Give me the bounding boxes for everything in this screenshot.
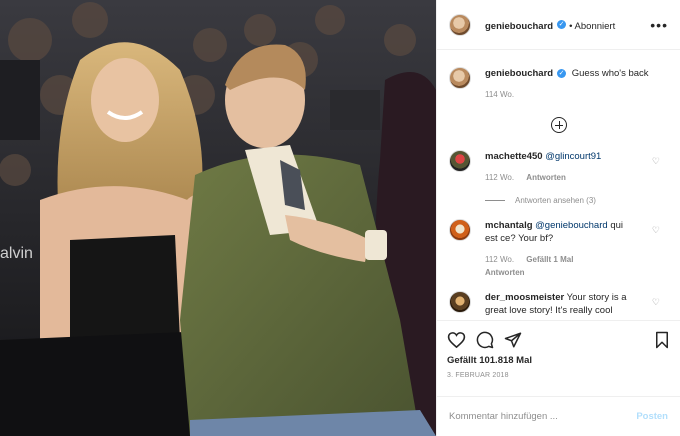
comment-item: machette450 @glincourt91 112 Wo. Antwort… (437, 150, 680, 184)
post-side-panel: geniebouchard ✓ • Abonniert ••• geniebouch… (436, 0, 680, 436)
action-icons-row (447, 327, 670, 353)
verified-badge-icon: ✓ (557, 68, 567, 78)
comments-list[interactable]: geniebouchard ✓ Guess who's back 114 Wo. … (437, 50, 680, 320)
comment-item: der_moosmeister Your story is a great lo… (437, 291, 680, 317)
comment-mention[interactable]: @glincourt91 (545, 151, 601, 162)
likes-count[interactable]: Gefällt 101.818 Mal (447, 355, 670, 366)
follow-status[interactable]: • Abonniert (569, 21, 615, 32)
plus-circle-icon[interactable] (550, 117, 567, 133)
author-avatar[interactable] (449, 13, 471, 36)
view-replies-label: Antworten ansehen (3) (515, 196, 596, 205)
view-replies-button[interactable]: Antworten ansehen (3) (485, 196, 680, 205)
comment-like-heart-icon[interactable]: ♡ (652, 156, 660, 167)
post-date[interactable]: 3. FEBRUAR 2018 (447, 372, 670, 379)
heart-outline-icon[interactable] (447, 331, 466, 349)
comment-age[interactable]: 112 Wo. (485, 255, 514, 264)
comment-input[interactable] (449, 411, 637, 422)
comment-bubble-icon[interactable] (476, 331, 494, 349)
author-line: geniebouchard ✓ • Abonniert (485, 16, 615, 34)
comment-meta: 112 Wo. Gefällt 1 Mal Antworten (485, 253, 635, 279)
reply-button[interactable]: Antworten (526, 173, 566, 182)
caption-age[interactable]: 114 Wo. (485, 88, 649, 101)
comment-like-heart-icon[interactable]: ♡ (652, 225, 660, 236)
comment-like-heart-icon[interactable]: ♡ (652, 297, 660, 308)
follow-label: Abonniert (574, 20, 616, 32)
commenter-avatar[interactable] (449, 150, 471, 172)
post-caption: geniebouchard ✓ Guess who's back 114 Wo. (437, 50, 680, 101)
caption-text: Guess who's back (571, 68, 649, 79)
commenter-username[interactable]: der_moosmeister (485, 292, 564, 303)
post-actions: Gefällt 101.818 Mal 3. FEBRUAR 2018 (437, 320, 680, 396)
ellipsis-icon[interactable]: ••• (650, 18, 668, 32)
post-header: geniebouchard ✓ • Abonniert ••• (437, 0, 680, 50)
commenter-avatar[interactable] (449, 219, 471, 241)
post-comment-button[interactable]: Posten (636, 411, 668, 422)
verified-badge-icon: ✓ (557, 19, 567, 29)
commenter-avatar[interactable] (449, 291, 471, 313)
instagram-post-modal: alvin geniebouchard ✓ • Abonniert ••• geni… (0, 0, 680, 436)
comment-composer: Posten (437, 396, 680, 436)
comment-age[interactable]: 112 Wo. (485, 173, 514, 182)
comment-meta: 112 Wo. Antworten (485, 171, 635, 184)
commenter-username[interactable]: mchantalg (485, 220, 533, 231)
paper-plane-icon[interactable] (504, 331, 522, 349)
replies-divider-line (485, 200, 505, 201)
photo-signage-text: alvin (0, 245, 33, 262)
bookmark-icon[interactable] (654, 331, 670, 349)
post-photo-image: alvin (0, 0, 436, 436)
reply-button[interactable]: Antworten (485, 268, 525, 277)
comment-body: der_moosmeister Your story is a great lo… (485, 291, 635, 317)
caption-author-username[interactable]: geniebouchard (485, 68, 553, 79)
post-photo[interactable]: alvin (0, 0, 436, 436)
commenter-username[interactable]: machette450 (485, 151, 543, 162)
author-username[interactable]: geniebouchard (485, 21, 553, 32)
comment-likes-count[interactable]: Gefällt 1 Mal (526, 255, 573, 264)
comment-item: mchantalg @geniebouchard qui est ce? You… (437, 219, 680, 279)
comment-mention[interactable]: @geniebouchard (535, 220, 608, 231)
comment-body: mchantalg @geniebouchard qui est ce? You… (485, 219, 635, 279)
caption-body: geniebouchard ✓ Guess who's back 114 Wo. (485, 67, 649, 101)
comment-body: machette450 @glincourt91 112 Wo. Antwort… (485, 150, 635, 184)
caption-author-avatar[interactable] (449, 67, 471, 89)
